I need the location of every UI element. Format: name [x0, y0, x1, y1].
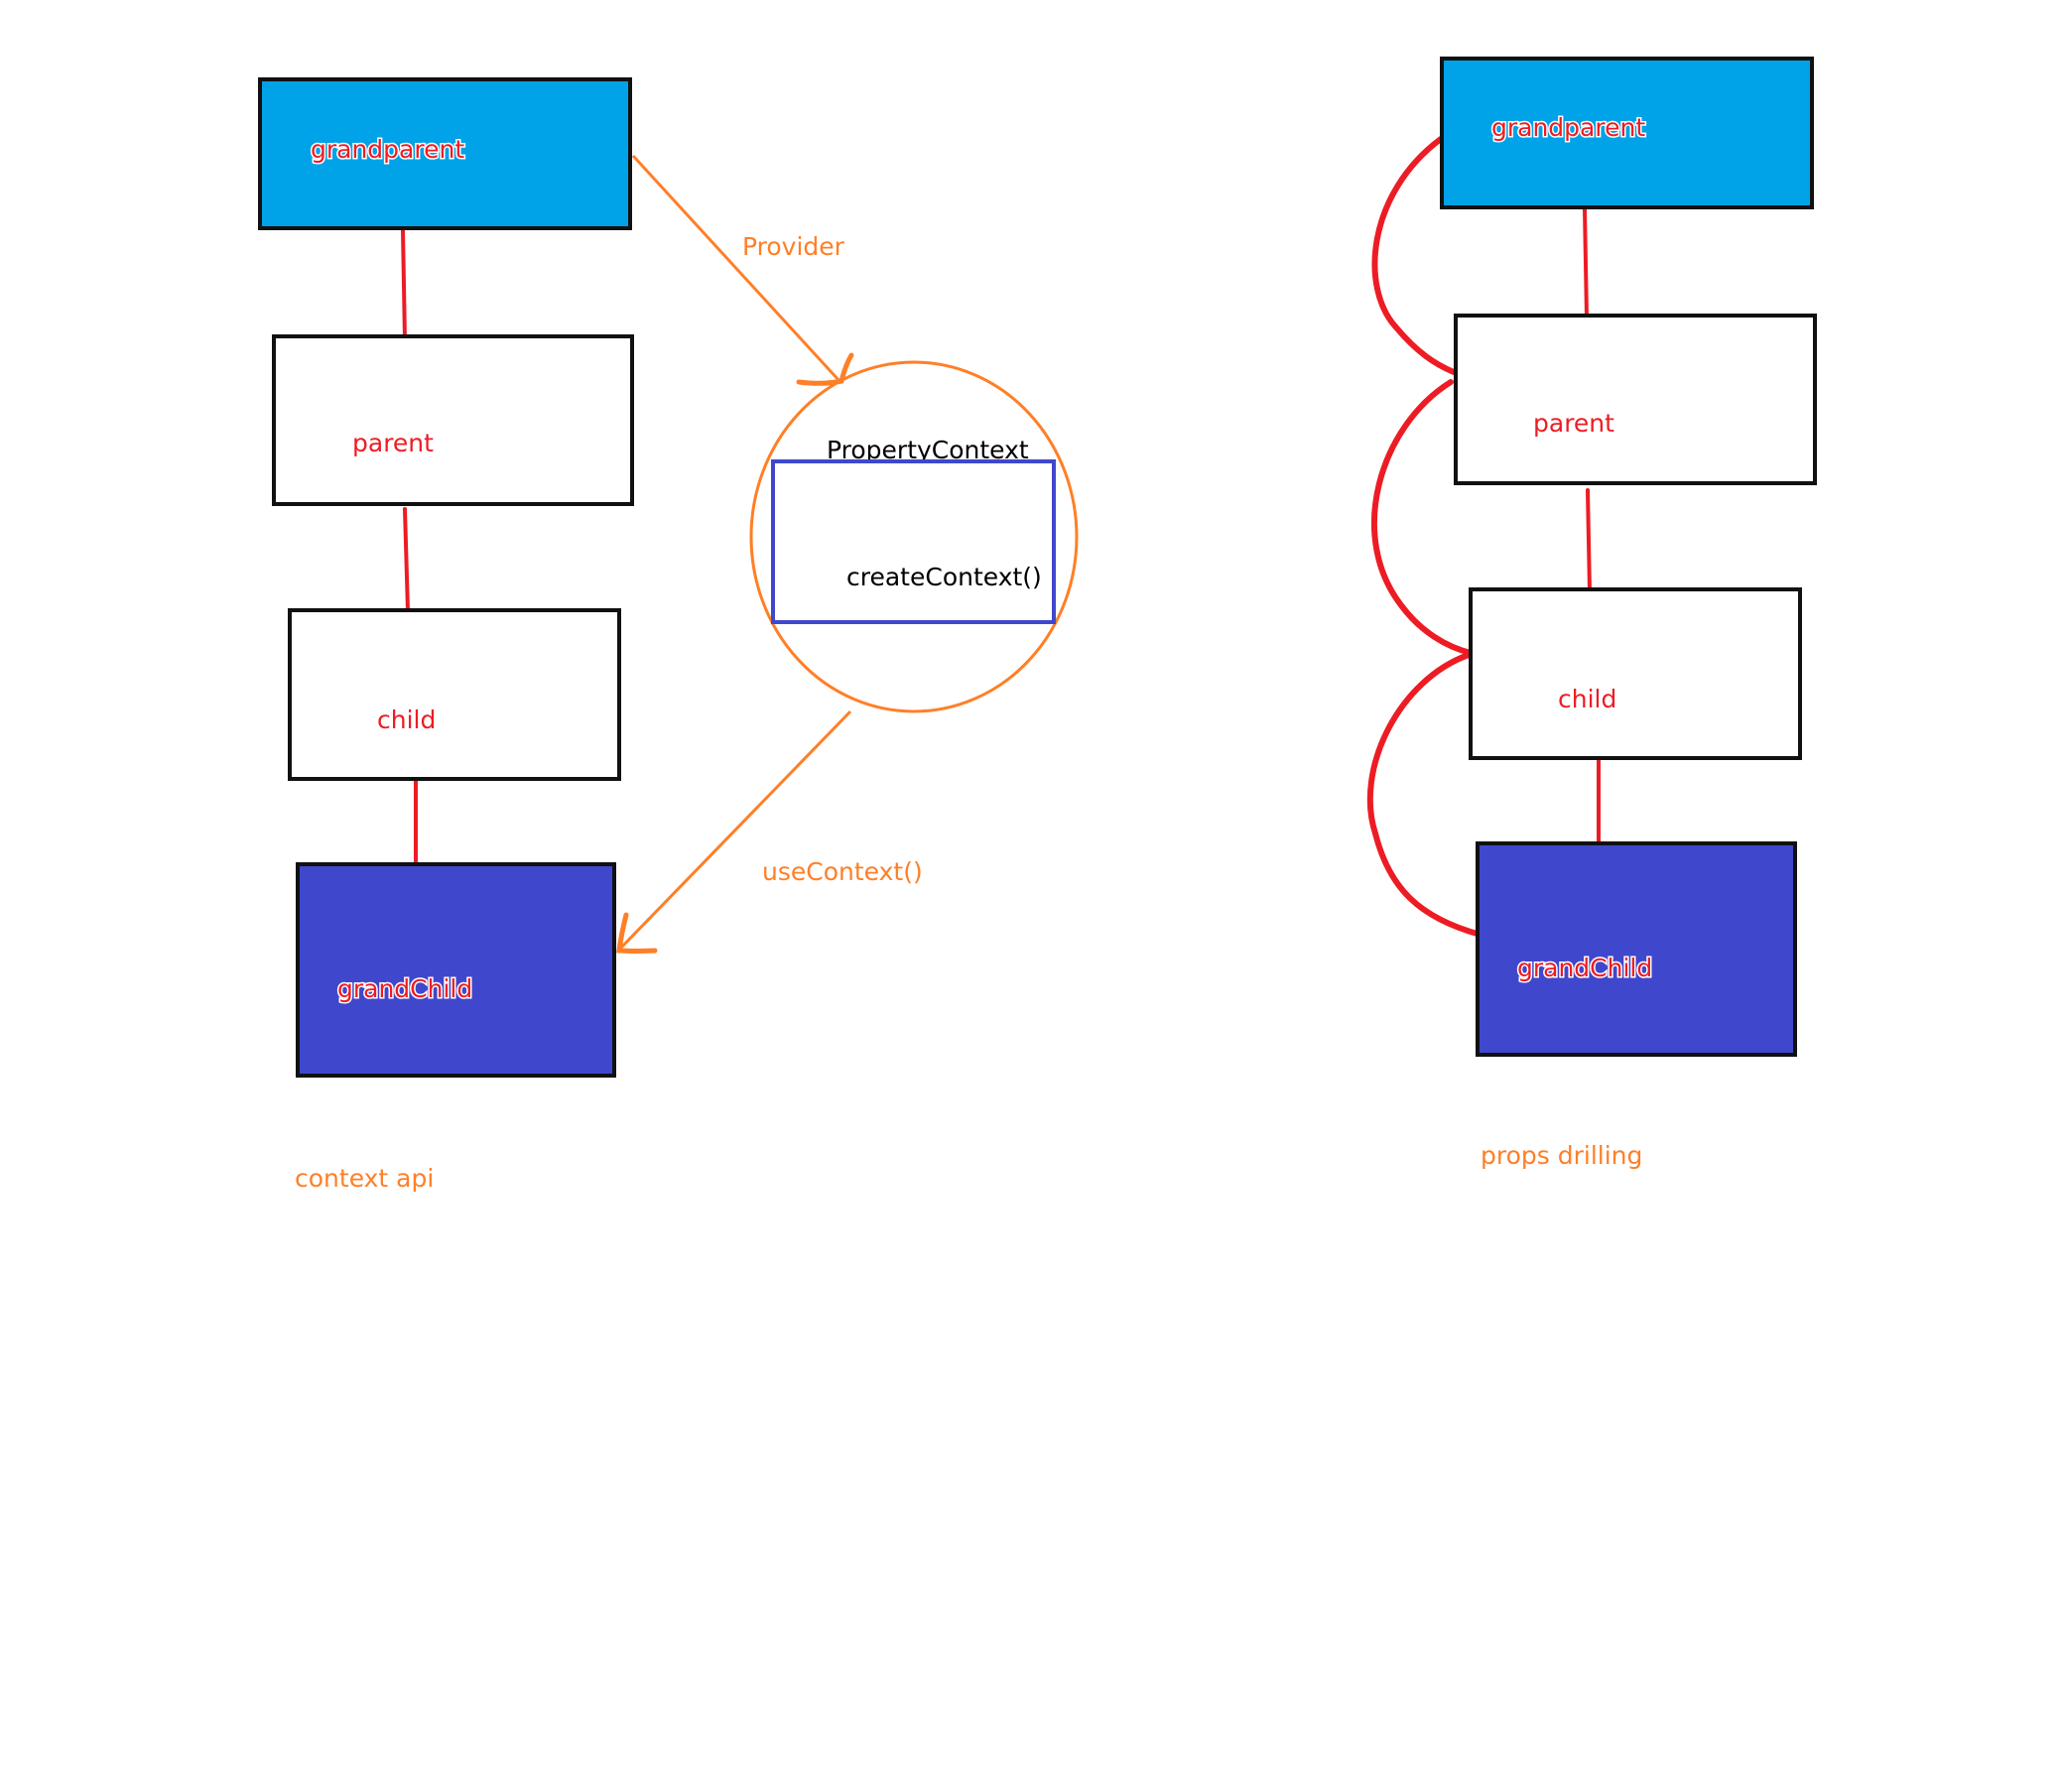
child-box: [1469, 587, 1802, 760]
property-context: PropertyContext createContext(): [749, 360, 1079, 713]
use-context-arrow-line: [618, 709, 852, 951]
diagram-canvas: grandparent parent child grandChild Prov…: [258, 57, 1817, 1193]
grandchild-box: [1476, 841, 1797, 1057]
child-label: child: [377, 705, 436, 734]
parent-box: [1454, 314, 1817, 485]
props-drilling-arcs: [1366, 136, 1483, 938]
provider-arrow: [631, 154, 854, 386]
use-context-label: useContext(): [762, 857, 923, 886]
use-context-arrow: [616, 709, 852, 954]
provider-arrow-line: [631, 154, 841, 383]
connector-parent-child: [403, 507, 410, 613]
grandparent-label: grandparent: [311, 135, 464, 164]
context-api-diagram: grandparent parent child grandChild Prov…: [258, 77, 1079, 1193]
parent-label: parent: [1533, 409, 1614, 438]
context-api-caption: context api: [295, 1164, 434, 1193]
create-context-box: [771, 459, 1056, 624]
drill-arc-child-grandchild: [1366, 652, 1483, 938]
child-box: [288, 608, 621, 781]
props-drilling-caption: props drilling: [1481, 1141, 1642, 1170]
context-circle: [749, 360, 1079, 713]
grandchild-box: [296, 862, 616, 1078]
provider-label: Provider: [742, 232, 845, 261]
parent-label: parent: [352, 429, 434, 457]
child-label: child: [1558, 685, 1616, 713]
connector-grandparent-parent: [401, 228, 407, 341]
connector-parent-child: [1586, 488, 1592, 593]
create-context-label: createContext(): [846, 563, 1042, 591]
grandchild-label: grandChild: [337, 974, 472, 1003]
props-drilling-diagram: grandparent parent child grandChild prop…: [1366, 57, 1817, 1170]
grandchild-label: grandChild: [1517, 954, 1652, 982]
grandparent-label: grandparent: [1491, 113, 1645, 142]
parent-box: [272, 334, 634, 506]
connector-grandparent-parent: [1583, 207, 1589, 320]
